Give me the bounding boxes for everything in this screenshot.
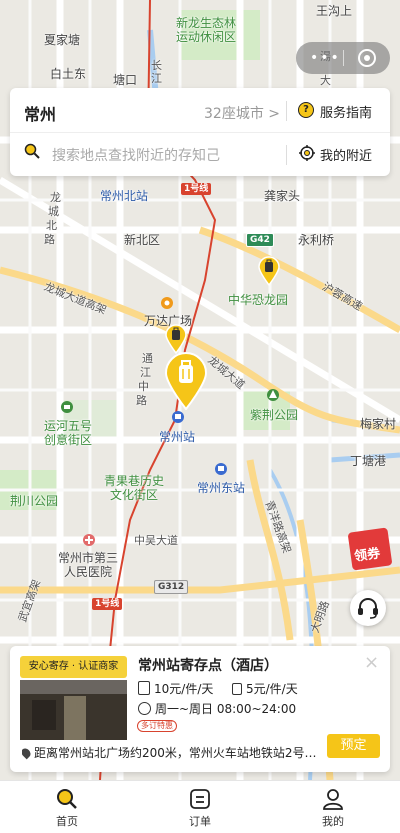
tab-profile[interactable]: 我的 bbox=[283, 781, 383, 833]
city-selector[interactable]: 32座城市 > bbox=[204, 103, 280, 123]
map-label: 长 bbox=[151, 59, 162, 72]
map-label: 城 bbox=[48, 205, 59, 218]
clock-icon bbox=[138, 702, 151, 715]
map-label: 运河五号 bbox=[44, 419, 93, 433]
map-label: 青果巷历史 bbox=[104, 474, 165, 488]
map-label: 常州东站 bbox=[197, 481, 246, 495]
map-label: 白土东 bbox=[50, 67, 87, 81]
metro-line-badge: 1号线 bbox=[92, 598, 123, 610]
highway-badge: G42 bbox=[246, 233, 274, 247]
service-guide-link[interactable]: 服务指南 bbox=[320, 102, 372, 121]
map-label: 龚家头 bbox=[264, 189, 301, 203]
search-icon bbox=[24, 143, 40, 159]
map-label: 荆川公园 bbox=[10, 494, 59, 508]
opening-hours: 周一~周日 08:00~24:00 bbox=[138, 700, 296, 717]
bottom-tab-bar: 首页 订单 我的 bbox=[0, 780, 400, 833]
store-address: 距离常州站北广场约200米，常州火车站地铁站2号… bbox=[22, 744, 322, 761]
map-label: 王沟上 bbox=[316, 4, 353, 18]
luggage-large-icon bbox=[138, 681, 150, 695]
store-photo[interactable] bbox=[20, 680, 127, 740]
order-icon bbox=[190, 789, 210, 809]
search-input[interactable]: 搜索地点查找附近的存知己 bbox=[52, 145, 220, 165]
store-name: 常州站寄存点（酒店） bbox=[138, 658, 278, 674]
price-small: 5元/件/天 bbox=[232, 680, 298, 697]
map-label: 路 bbox=[136, 394, 147, 407]
map-label: 江 bbox=[151, 72, 162, 85]
store-card[interactable]: 安心寄存 · 认证商家 常州站寄存点（酒店） × 10元/件/天 5元/件/天 … bbox=[10, 646, 390, 772]
user-icon bbox=[323, 789, 343, 810]
map-label: 龙 bbox=[50, 191, 61, 204]
map-label: 人民医院 bbox=[64, 565, 113, 579]
nearby-button[interactable]: 我的附近 bbox=[320, 145, 372, 164]
map-label: 运动休闲区 bbox=[176, 30, 237, 44]
map-label: 文化街区 bbox=[110, 488, 159, 502]
location-pin-icon bbox=[22, 746, 33, 760]
luggage-small-icon bbox=[232, 683, 242, 695]
highway-badge: G312 bbox=[154, 580, 189, 594]
map-label: 中华恐龙园 bbox=[228, 293, 289, 307]
headset-icon bbox=[358, 598, 378, 619]
price-large: 10元/件/天 bbox=[138, 680, 213, 697]
close-icon[interactable]: × bbox=[364, 652, 379, 673]
promo-tag: 多订特惠 bbox=[137, 720, 177, 732]
map-label: 梅家村 bbox=[360, 417, 397, 431]
coupon-button[interactable]: 领券 bbox=[347, 524, 400, 571]
map-label: 江 bbox=[140, 366, 151, 379]
current-city[interactable]: 常州 bbox=[24, 101, 56, 125]
metro-line-badge: 1号线 bbox=[181, 183, 212, 195]
map-label: 塘口 bbox=[113, 73, 138, 87]
map-label: 常州市第三 bbox=[58, 551, 119, 565]
map-label: 永利桥 bbox=[298, 233, 335, 247]
certified-tag: 安心寄存 · 认证商家 bbox=[20, 656, 127, 678]
map-label: 常州北站 bbox=[100, 189, 149, 203]
tab-home[interactable]: 首页 bbox=[17, 781, 117, 833]
customer-service-button[interactable] bbox=[350, 590, 386, 626]
map-label: 新龙生态林 bbox=[176, 16, 237, 30]
map-label: 丁塘港 bbox=[350, 454, 387, 468]
close-app-icon[interactable] bbox=[358, 49, 376, 67]
map-label: 大 bbox=[320, 74, 331, 87]
map-label: 常州站 bbox=[159, 430, 196, 444]
mini-program-capsule[interactable]: ••• bbox=[296, 42, 390, 74]
map-label: 夏家塘 bbox=[44, 33, 81, 47]
tab-orders[interactable]: 订单 bbox=[150, 781, 250, 833]
search-card: 常州 32座城市 > ? 服务指南 搜索地点查找附近的存知己 我的附近 bbox=[10, 88, 390, 176]
locate-icon bbox=[299, 145, 315, 161]
book-button[interactable]: 预定 bbox=[327, 734, 380, 758]
map-label: 路 bbox=[44, 233, 55, 246]
map-label: 通 bbox=[142, 352, 153, 365]
more-icon[interactable]: ••• bbox=[310, 51, 341, 65]
search-icon bbox=[57, 789, 77, 809]
map-label: 中 bbox=[138, 380, 149, 393]
map-label: 北 bbox=[46, 219, 57, 232]
map-label: 新北区 bbox=[124, 233, 161, 247]
map-label: 中吴大道 bbox=[134, 534, 178, 547]
help-icon[interactable]: ? bbox=[298, 102, 314, 118]
map-label: 创意街区 bbox=[44, 433, 93, 447]
map-label: 紫荆公园 bbox=[250, 408, 299, 422]
